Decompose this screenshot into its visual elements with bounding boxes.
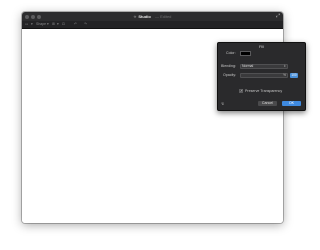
opacity-field[interactable]: % [240, 73, 288, 78]
redo-icon[interactable]: ↷ [84, 21, 87, 28]
blending-value: Normal [242, 64, 254, 68]
toolbar-grid-icon[interactable]: ⊞ [52, 21, 55, 28]
cancel-button[interactable]: Cancel [258, 101, 277, 106]
ok-button[interactable]: OK [282, 101, 301, 106]
document-status: — Edited [154, 14, 172, 19]
undo-icon[interactable]: ↶ [74, 21, 77, 28]
help-icon[interactable]: ↯ [221, 101, 224, 106]
blending-label: Blending: [221, 64, 236, 68]
preserve-transparency-label: Preserve Transparency [245, 89, 283, 93]
document-name: Studio [138, 14, 151, 19]
dialog-title: Fill [258, 44, 265, 49]
opacity-value[interactable]: 100 [290, 73, 298, 78]
toolbar-shape-dropdown-icon[interactable]: ▾ [47, 21, 49, 28]
blending-select[interactable]: Normal ⇕ [240, 64, 288, 69]
toolbar-shape-menu[interactable]: Shape [36, 21, 46, 28]
toolbar: ▭ ▾ Shape ▾ ⊞ ▾ ⊡ ↶ ↷ [22, 21, 283, 29]
fill-dialog: Fill Color: Blending: Normal ⇕ Opacity: … [217, 42, 306, 111]
select-arrows-icon: ⇕ [283, 64, 286, 68]
toolbar-view-dropdown-icon[interactable]: ▾ [31, 21, 33, 28]
opacity-label: Opacity: [223, 73, 237, 77]
color-swatch[interactable] [240, 51, 251, 56]
app-icon: ⟡ [133, 14, 137, 19]
fullscreen-arrows-icon[interactable]: ⤢ [276, 13, 280, 19]
window-title: ⟡ Studio — Edited [22, 13, 283, 20]
toolbar-grid-dropdown-icon[interactable]: ▾ [57, 21, 59, 28]
toolbar-view-icon[interactable]: ▭ [25, 21, 28, 28]
preserve-transparency-checkbox[interactable]: ✓ [239, 89, 243, 93]
color-label: Color: [226, 51, 236, 55]
toolbar-frame-icon[interactable]: ⊡ [62, 21, 65, 28]
opacity-unit: % [283, 73, 286, 77]
